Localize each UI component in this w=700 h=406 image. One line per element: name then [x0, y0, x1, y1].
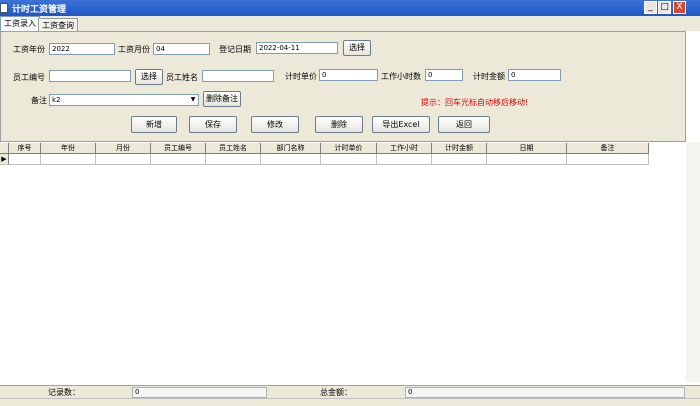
chevron-down-icon[interactable]: ▼ — [189, 96, 197, 104]
emp-select-button[interactable]: 选择 — [135, 69, 163, 85]
date-select-button[interactable]: 选择 — [343, 40, 371, 56]
window-title: 计时工资管理 — [12, 5, 67, 15]
table-cell[interactable] — [41, 154, 96, 165]
tab-strip: 工资录入 工资查询 — [0, 16, 700, 31]
table-cell[interactable] — [151, 154, 206, 165]
unit-price-label: 计时单价 — [285, 72, 317, 81]
date-label: 登记日期 — [219, 45, 251, 54]
grid-header: 序号 年份 月份 员工编号 员工姓名 部门名称 计时单价 工作小时 计时金额 日… — [0, 143, 649, 154]
table-cell[interactable] — [377, 154, 432, 165]
remark-select[interactable]: k2 ▼ — [49, 94, 199, 106]
app-icon — [0, 3, 8, 13]
delete-remark-button[interactable]: 删除备注 — [203, 91, 241, 107]
hours-input[interactable]: 0 — [425, 69, 463, 81]
total-amount-label: 总金额： — [320, 388, 352, 397]
delete-button[interactable]: 删除 — [315, 116, 363, 133]
emp-id-input[interactable] — [49, 70, 131, 82]
year-label: 工资年份 — [13, 45, 45, 54]
title-bar: 计时工资管理 _ □ X — [0, 0, 700, 16]
table-cell[interactable] — [206, 154, 261, 165]
table-cell[interactable] — [96, 154, 151, 165]
vertical-scrollbar[interactable] — [686, 142, 700, 382]
data-grid[interactable]: 序号 年份 月份 员工编号 员工姓名 部门名称 计时单价 工作小时 计时金额 日… — [0, 142, 700, 382]
current-row-indicator: ▶ — [0, 154, 9, 165]
table-cell[interactable] — [261, 154, 321, 165]
column-header[interactable]: 工作小时 — [377, 143, 432, 154]
record-count-value: 0 — [132, 387, 267, 398]
entry-form-panel: 工资年份 2022 工资月份 04 登记日期 2022-04-11 选择 员工编… — [0, 31, 686, 142]
tab-salary-entry[interactable]: 工资录入 — [0, 16, 40, 31]
total-amount-value: 0 — [405, 387, 685, 398]
emp-name-label: 员工姓名 — [166, 73, 198, 82]
hint-text: 提示：回车光标自动移后移动! — [421, 98, 529, 107]
column-header[interactable]: 序号 — [9, 143, 41, 154]
maximize-button[interactable]: □ — [658, 1, 671, 14]
column-header[interactable]: 计时金额 — [432, 143, 487, 154]
column-header[interactable]: 员工编号 — [151, 143, 206, 154]
table-row[interactable]: ▶ — [0, 154, 649, 165]
column-header[interactable]: 部门名称 — [261, 143, 321, 154]
table-cell[interactable] — [9, 154, 41, 165]
column-header[interactable]: 备注 — [567, 143, 649, 154]
close-button[interactable]: X — [673, 1, 686, 14]
column-header[interactable]: 计时单价 — [321, 143, 377, 154]
emp-name-input[interactable] — [202, 70, 274, 82]
remark-label: 备注 — [31, 96, 47, 105]
back-button[interactable]: 返回 — [438, 116, 490, 133]
table-cell[interactable] — [321, 154, 377, 165]
row-selector-header — [0, 143, 9, 154]
column-header[interactable]: 日期 — [487, 143, 567, 154]
year-input[interactable]: 2022 — [49, 43, 115, 55]
column-header[interactable]: 员工姓名 — [206, 143, 261, 154]
month-label: 工资月份 — [118, 45, 150, 54]
hours-label: 工作小时数 — [381, 72, 421, 81]
save-button[interactable]: 保存 — [189, 116, 237, 133]
new-button[interactable]: 新增 — [131, 116, 177, 133]
remark-value: k2 — [52, 96, 61, 104]
tab-salary-query[interactable]: 工资查询 — [38, 18, 78, 31]
amount-label: 计时金额 — [473, 72, 505, 81]
table-cell[interactable] — [432, 154, 487, 165]
unit-price-input[interactable]: 0 — [319, 69, 378, 81]
column-header[interactable]: 年份 — [41, 143, 96, 154]
amount-input[interactable]: 0 — [508, 69, 561, 81]
table-cell[interactable] — [487, 154, 567, 165]
summary-bar: 记录数： 0 总金额： 0 — [0, 385, 700, 399]
export-excel-button[interactable]: 导出Excel — [372, 116, 430, 133]
date-input[interactable]: 2022-04-11 — [256, 42, 338, 54]
modify-button[interactable]: 修改 — [251, 116, 299, 133]
table-cell[interactable] — [567, 154, 649, 165]
emp-id-label: 员工编号 — [13, 73, 45, 82]
minimize-button[interactable]: _ — [644, 1, 657, 14]
record-count-label: 记录数： — [48, 388, 80, 397]
column-header[interactable]: 月份 — [96, 143, 151, 154]
month-input[interactable]: 04 — [153, 43, 210, 55]
